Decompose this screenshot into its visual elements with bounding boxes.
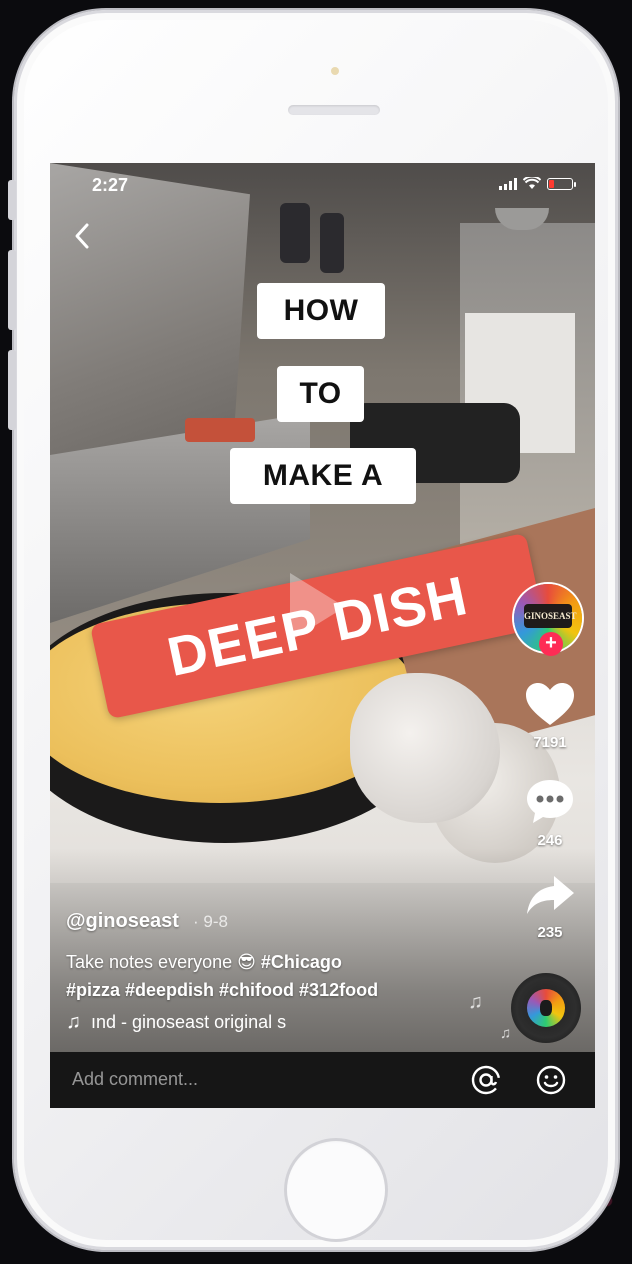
- comment-icon: [527, 780, 573, 823]
- post-date: · 9-8: [193, 912, 228, 931]
- username[interactable]: @ginoseast: [66, 910, 179, 933]
- music-note-icon: ♫: [66, 1011, 81, 1033]
- avatar-logo-text: GINOSEAST: [524, 604, 577, 628]
- share-count: 235: [537, 924, 563, 941]
- music-info[interactable]: ♫ ınd - ginoseast original s: [66, 1011, 366, 1034]
- emoji-icon[interactable]: [535, 1064, 567, 1096]
- earpiece-speaker: [288, 105, 380, 115]
- post-description: Take notes everyone 😎 #Chicago #pizza #d…: [66, 948, 446, 1004]
- hashtag-chicago[interactable]: #Chicago: [261, 952, 342, 972]
- status-time: 2:27: [92, 175, 129, 195]
- comment-count: 246: [537, 832, 563, 849]
- battery-icon: [547, 177, 576, 190]
- sunglasses-emoji: 😎: [237, 952, 256, 972]
- music-disc[interactable]: [511, 973, 581, 1043]
- front-camera: [331, 67, 339, 75]
- floating-note-icon: ♫: [500, 1025, 512, 1042]
- back-icon[interactable]: [72, 221, 92, 257]
- hashtags[interactable]: #pizza #deepdish #chifood #312food: [66, 980, 378, 1000]
- share-button[interactable]: 235: [518, 873, 582, 941]
- comment-button[interactable]: 246: [518, 777, 582, 849]
- overlay-text-how: HOW: [257, 283, 385, 339]
- volume-down-button: [8, 350, 16, 430]
- follow-plus-icon[interactable]: +: [539, 632, 563, 656]
- at-icon[interactable]: [470, 1064, 502, 1096]
- phone-screen: 2:27 HOW TO MAKE A DEEP DISH GINOSEAST +…: [50, 163, 595, 1108]
- mute-switch: [8, 180, 16, 220]
- comment-input[interactable]: Add comment...: [72, 1069, 198, 1090]
- like-count: 7191: [533, 734, 567, 751]
- overlay-text-make-a: MAKE A: [230, 448, 416, 504]
- signal-icon: [499, 177, 517, 190]
- wifi-icon: [523, 177, 541, 189]
- play-icon[interactable]: [290, 573, 345, 641]
- home-button[interactable]: [284, 1138, 388, 1242]
- floating-note-icon: ♫: [468, 991, 483, 1013]
- status-indicators: [499, 177, 576, 190]
- heart-icon: [526, 683, 574, 725]
- music-title: ınd - ginoseast original s: [91, 1012, 287, 1032]
- share-icon: [527, 876, 574, 914]
- description-text: Take notes everyone: [66, 952, 233, 972]
- volume-up-button: [8, 250, 16, 330]
- overlay-text-to: TO: [277, 366, 364, 422]
- comment-bar: Add comment...: [50, 1052, 595, 1108]
- like-button[interactable]: 7191: [518, 681, 582, 751]
